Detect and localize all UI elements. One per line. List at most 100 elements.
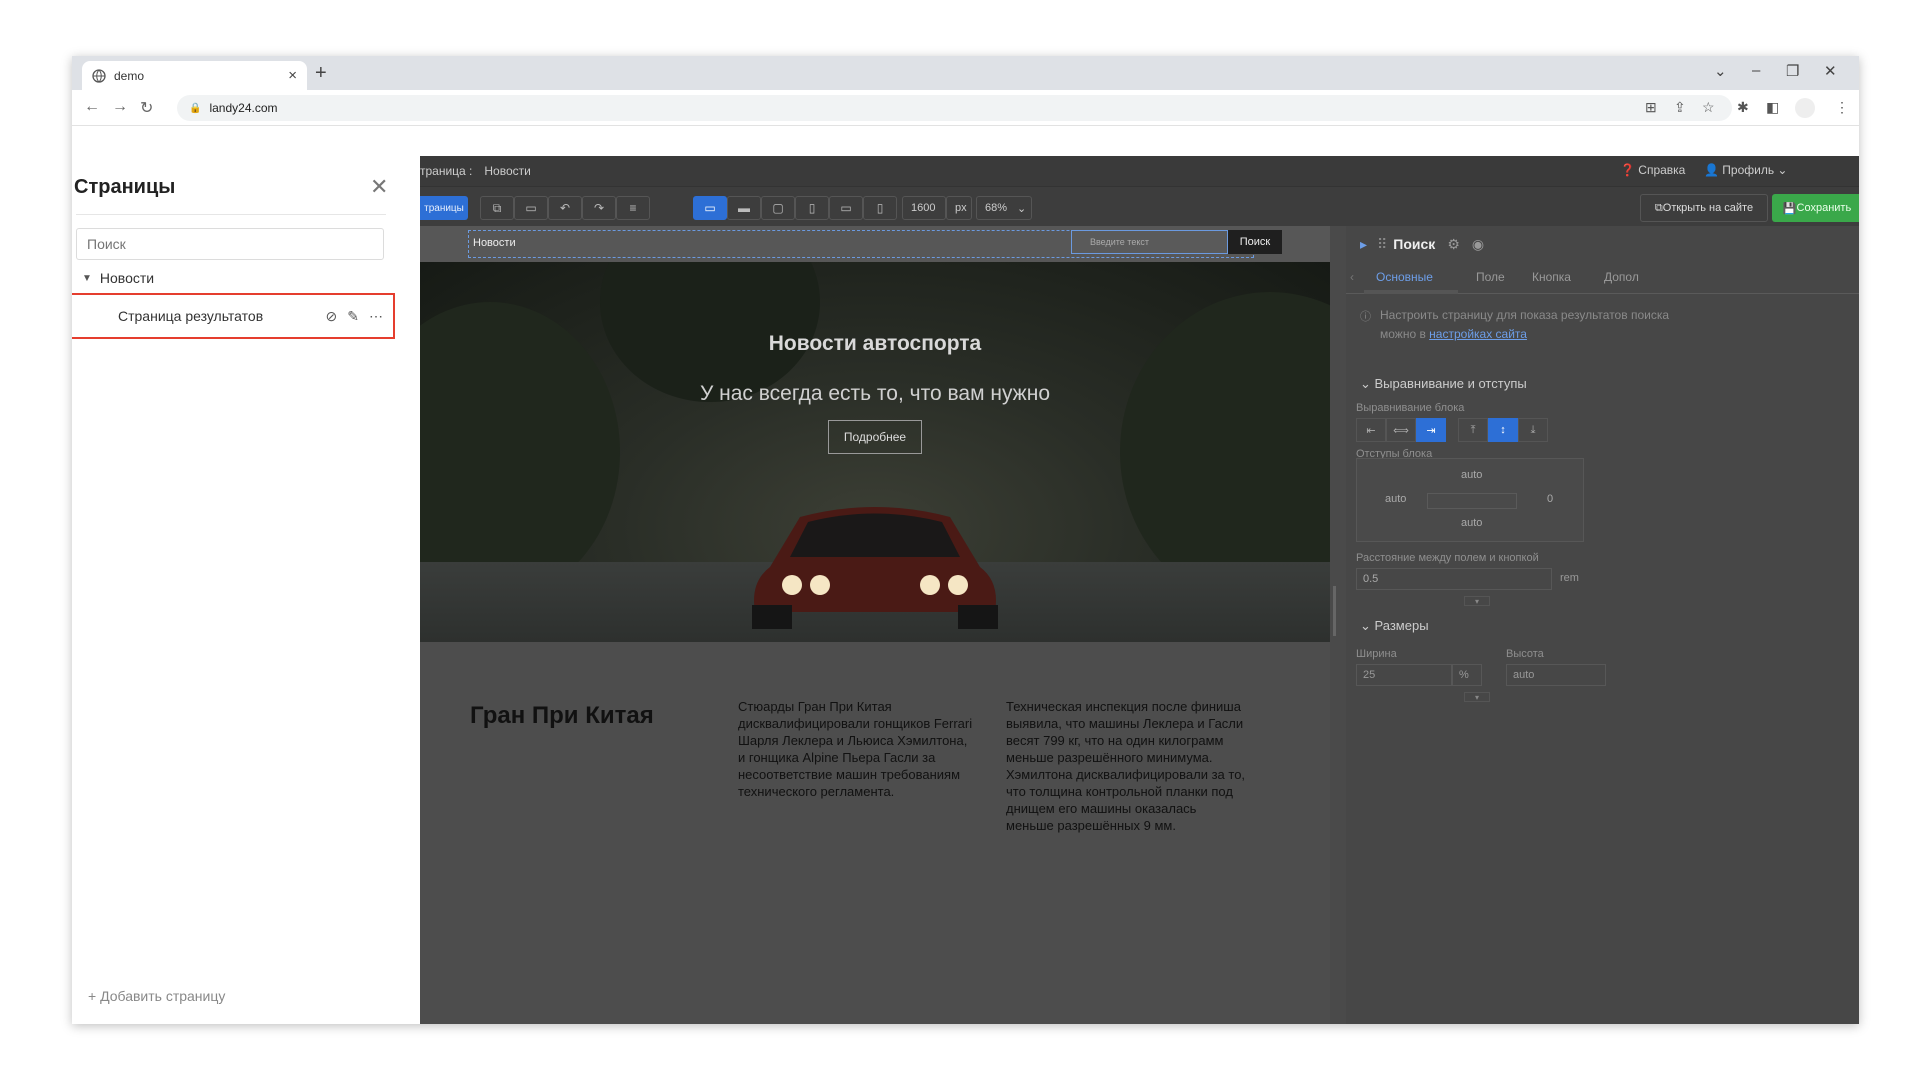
expand-more-icon[interactable]: ▾ (1464, 596, 1490, 606)
align-bottom-icon[interactable]: ⤓ (1518, 418, 1548, 442)
hero-more-button[interactable]: Подробнее (828, 420, 922, 454)
page-canvas[interactable]: Новости Введите текст Поиск Новости авто… (420, 226, 1330, 1024)
tab-close-icon[interactable]: × (288, 67, 297, 84)
padding-center-input[interactable] (1427, 493, 1517, 509)
side-panel-icon[interactable]: ◧ (1766, 99, 1779, 116)
minimize-icon[interactable]: – (1752, 62, 1760, 79)
more-dots-icon[interactable]: ⋯ (369, 308, 383, 325)
article-column-1: Стюарды Гран При Китая дисквалифицировал… (738, 699, 973, 799)
tablet-portrait-icon[interactable]: ▯ (795, 196, 829, 220)
tree-item-results-page[interactable]: Страница результатов ⊘ ✎ ⋯ (72, 293, 395, 339)
reload-icon[interactable]: ↻ (140, 98, 153, 118)
save-button[interactable]: 💾 Сохранить (1772, 194, 1859, 222)
align-middle-icon[interactable]: ↕ (1488, 418, 1518, 442)
forward-icon[interactable]: → (112, 98, 128, 116)
url-field[interactable]: 🔒 landy24.com (177, 95, 1732, 121)
tab-title: demo (114, 68, 145, 83)
search-settings-note: Настроить страницу для показа результато… (1380, 306, 1670, 344)
breadcrumb-current[interactable]: Новости (484, 164, 530, 178)
redo-icon[interactable]: ↷ (582, 196, 616, 220)
edit-pencil-icon[interactable]: ✎ (347, 308, 359, 325)
canvas-width-input[interactable]: 1600 (902, 196, 946, 220)
gap-label: Расстояние между полем и кнопкой (1356, 552, 1539, 564)
layers-icon[interactable]: ≡ (616, 196, 650, 220)
laptop-view-icon[interactable]: ▬ (727, 196, 761, 220)
pages-search-input[interactable] (76, 228, 384, 260)
width-input[interactable]: 25 (1356, 664, 1452, 686)
bookmark-star-icon[interactable]: ☆ (1702, 99, 1715, 116)
new-tab-button[interactable]: + (315, 62, 327, 85)
preview-search-button[interactable]: Поиск (1228, 230, 1282, 254)
paste-icon[interactable]: ▭ (514, 196, 548, 220)
extensions-icon[interactable]: ✱ (1737, 99, 1749, 116)
pages-toggle-button[interactable]: траницы (420, 196, 468, 220)
article-title: Гран При Китая (470, 702, 654, 729)
undo-icon[interactable]: ↶ (548, 196, 582, 220)
desktop-view-icon[interactable]: ▭ (693, 196, 727, 220)
editor-toolbar: траницы ⧉ ▭ ↶ ↷ ≡ ▭ ▬ ▢ ▯ ▭ ▯ 1600 px 68… (420, 186, 1859, 226)
height-label: Высота (1506, 648, 1544, 660)
expand-more-icon[interactable]: ▾ (1464, 692, 1490, 702)
drag-handle-icon[interactable]: ⠿ (1377, 236, 1387, 253)
eye-icon[interactable]: ◉ (1472, 236, 1484, 253)
share-icon[interactable]: ⇪ (1674, 99, 1686, 116)
collapse-panel-icon[interactable]: ▸ (1360, 236, 1367, 253)
gear-icon[interactable]: ⚙ (1447, 236, 1460, 253)
help-link[interactable]: ❓ Справка (1620, 163, 1685, 177)
hero-section[interactable]: Новости автоспорта У нас всегда есть то,… (420, 262, 1330, 642)
tab-button[interactable]: Кнопка (1532, 270, 1571, 284)
site-settings-link[interactable]: настройках сайта (1429, 327, 1527, 341)
phone-landscape-icon[interactable]: ▭ (829, 196, 863, 220)
caret-down-icon[interactable]: ▼ (82, 273, 92, 284)
zoom-select[interactable]: 68% ⌄ (976, 196, 1032, 220)
restore-icon[interactable]: ❐ (1786, 62, 1799, 80)
preview-search-input[interactable]: Введите текст (1071, 230, 1228, 254)
align-center-icon[interactable]: ⟺ (1386, 418, 1416, 442)
tablet-landscape-icon[interactable]: ▢ (761, 196, 795, 220)
save-label: Сохранить (1796, 202, 1852, 214)
height-input[interactable]: auto (1506, 664, 1606, 686)
address-bar: ← → ↻ 🔒 landy24.com ⊞ ⇪ ☆ ✱ ◧ ⋮ (72, 90, 1859, 126)
width-unit[interactable]: % (1452, 664, 1482, 686)
phone-portrait-icon[interactable]: ▯ (863, 196, 897, 220)
canvas-scrollbar[interactable] (1333, 586, 1336, 636)
block-alignment-label: Выравнивание блока (1356, 402, 1465, 414)
browser-menu-icon[interactable]: ⋮ (1835, 99, 1849, 116)
section-alignment[interactable]: ⌄ Выравнивание и отступы (1360, 376, 1527, 392)
padding-right[interactable]: 0 (1547, 493, 1553, 505)
hidden-eye-icon[interactable]: ⊘ (326, 308, 338, 325)
tab-extra[interactable]: Допол (1604, 270, 1639, 284)
section-sizes[interactable]: ⌄ Размеры (1360, 618, 1429, 634)
chevron-down-icon: ⌄ (1017, 202, 1027, 215)
gap-input[interactable]: 0.5 (1356, 568, 1552, 590)
close-window-icon[interactable]: ✕ (1824, 62, 1837, 80)
article-section[interactable]: Гран При Китая Стюарды Гран При Китая ди… (420, 642, 1330, 1024)
back-icon[interactable]: ← (84, 98, 100, 116)
align-top-icon[interactable]: ⤒ (1458, 418, 1488, 442)
lock-icon: 🔒 (189, 102, 202, 114)
profile-avatar[interactable] (1795, 98, 1815, 118)
open-site-button[interactable]: ⧉ Открыть на сайте (1640, 194, 1768, 222)
padding-bottom[interactable]: auto (1461, 517, 1482, 529)
sidebar-close-icon[interactable]: ✕ (370, 174, 388, 200)
info-icon: ⓘ (1360, 311, 1371, 323)
pages-sidebar: Страницы ✕ ▼ Новости Страница результато… (72, 156, 420, 1024)
translate-icon[interactable]: ⊞ (1645, 99, 1657, 116)
tree-item-news[interactable]: ▼ Новости (82, 270, 154, 286)
align-left-icon[interactable]: ⇤ (1356, 418, 1386, 442)
breadcrumb: траница : Новости ❓ Справка 👤 Профиль ⌄ (420, 156, 1859, 186)
add-page-link[interactable]: + Добавить страницу (88, 988, 225, 1004)
align-right-icon[interactable]: ⇥ (1416, 418, 1446, 442)
tabs-scroll-left-icon[interactable]: ‹ (1350, 270, 1354, 284)
article-column-2: Техническая инспекция после финиша выяви… (1006, 699, 1246, 833)
padding-top[interactable]: auto (1461, 469, 1482, 481)
copy-icon[interactable]: ⧉ (480, 196, 514, 220)
padding-left[interactable]: auto (1385, 493, 1406, 505)
padding-editor: auto auto 0 auto (1356, 458, 1584, 542)
tab-main[interactable]: Основные (1376, 270, 1433, 284)
panel-title: Поиск (1393, 236, 1436, 252)
tab-search-icon[interactable]: ⌄ (1714, 62, 1727, 80)
browser-tab[interactable]: demo × (82, 61, 307, 90)
profile-menu[interactable]: 👤 Профиль ⌄ (1704, 163, 1787, 177)
tab-field[interactable]: Поле (1476, 270, 1505, 284)
